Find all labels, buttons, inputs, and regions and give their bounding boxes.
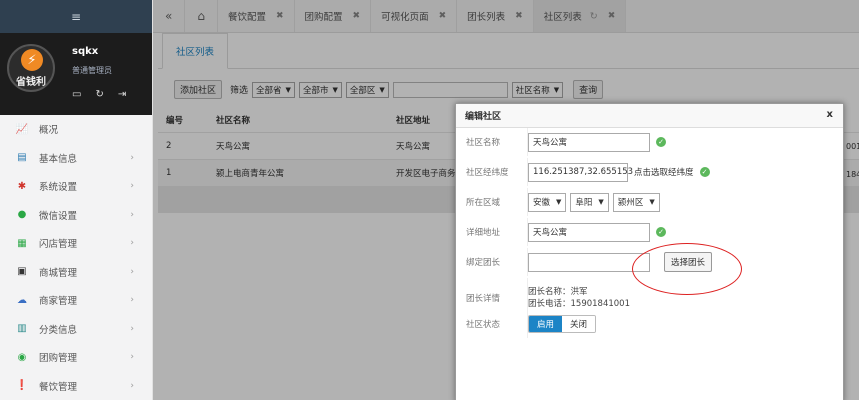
sidebar-item-catering[interactable]: ❗ 餐饮管理 › bbox=[0, 372, 152, 400]
chevron-right-icon: › bbox=[130, 266, 134, 277]
card-icon: ▥ bbox=[17, 323, 27, 335]
chevron-right-icon: › bbox=[130, 352, 134, 363]
refresh-icon[interactable]: ↻ bbox=[95, 89, 103, 100]
community-name-input[interactable]: 天鸟公寓 bbox=[528, 132, 650, 152]
form-row-coords: 社区经纬度 116.251387,32.655153 点击选取经纬度 ✓ bbox=[456, 158, 843, 186]
brand-logo: ⚡ 省钱利 bbox=[7, 44, 55, 92]
sidebar-item-label: 闪店管理 bbox=[39, 239, 78, 251]
sidebar-item-label: 系统设置 bbox=[39, 182, 78, 194]
caret-down-icon: ▼ bbox=[598, 198, 604, 206]
chevron-right-icon: › bbox=[130, 209, 134, 220]
form-row-address: 详细地址 天鸟公寓 ✓ bbox=[456, 218, 843, 246]
select-value: 安徽 bbox=[533, 198, 551, 208]
pin-icon: ❗ bbox=[15, 380, 29, 392]
status-on-button[interactable]: 启用 bbox=[529, 316, 563, 332]
bag-icon: ▣ bbox=[17, 266, 27, 278]
close-icon[interactable]: x bbox=[827, 109, 833, 120]
logo-text: 省钱利 bbox=[16, 77, 46, 88]
chevron-right-icon: › bbox=[130, 152, 134, 163]
sidebar-item-overview[interactable]: 📈 概况 bbox=[0, 115, 152, 144]
sidebar-item-label: 分类信息 bbox=[39, 324, 78, 336]
check-icon: ✓ bbox=[699, 167, 710, 177]
coords-input[interactable]: 116.251387,32.655153 bbox=[528, 162, 633, 182]
province-select[interactable]: 安徽 ▼ bbox=[528, 192, 567, 212]
highlight-annotation bbox=[632, 243, 742, 295]
field-label: 社区状态 bbox=[456, 310, 528, 338]
hamburger-icon[interactable]: ≡ bbox=[71, 10, 81, 24]
dialog-header: 编辑社区 x bbox=[456, 104, 843, 128]
chevron-right-icon: › bbox=[130, 323, 134, 334]
sidebar-item-mall[interactable]: ▣ 商城管理 › bbox=[0, 258, 152, 287]
sidebar: ≡ ⚡ 省钱利 sqkx 普通管理员 ▭ ↻ ⇥ 📈 概况 ▤ 基本信息 › ✱… bbox=[0, 0, 153, 400]
wechat-icon: ● bbox=[17, 209, 27, 221]
leader-info: 团长名称：洪军 团长电话：15901841001 bbox=[528, 286, 630, 310]
sidebar-item-label: 商家管理 bbox=[39, 296, 78, 308]
leader-name: 团长名称：洪军 bbox=[528, 287, 588, 297]
bolt-icon: ⚡ bbox=[21, 49, 43, 71]
leader-phone: 团长电话：15901841001 bbox=[528, 299, 630, 309]
address-input[interactable]: 天鸟公寓 bbox=[528, 222, 650, 242]
profile-panel: ⚡ 省钱利 sqkx 普通管理员 ▭ ↻ ⇥ bbox=[0, 33, 152, 115]
chevron-right-icon: › bbox=[130, 181, 134, 192]
dialog-title: 编辑社区 bbox=[465, 112, 502, 122]
list-icon: ▤ bbox=[17, 152, 27, 164]
profile-actions: ▭ ↻ ⇥ bbox=[72, 89, 126, 100]
sidebar-item-label: 餐饮管理 bbox=[39, 381, 78, 393]
chevron-right-icon: › bbox=[130, 380, 134, 391]
sidebar-item-system-settings[interactable]: ✱ 系统设置 › bbox=[0, 172, 152, 201]
field-body: 天鸟公寓 ✓ bbox=[528, 132, 666, 152]
status-toggle[interactable]: 启用 关闭 bbox=[528, 315, 597, 333]
shop-icon: ▦ bbox=[17, 237, 27, 249]
logout-icon[interactable]: ⇥ bbox=[118, 89, 126, 100]
form-row-region: 所在区域 安徽 ▼ 阜阳 ▼ 颍州区 ▼ bbox=[456, 188, 843, 216]
sidebar-item-label: 基本信息 bbox=[39, 153, 78, 165]
chevron-right-icon: › bbox=[130, 295, 134, 306]
user-role: 普通管理员 bbox=[72, 66, 112, 75]
check-icon: ✓ bbox=[656, 227, 666, 237]
chart-icon: 📈 bbox=[15, 123, 29, 135]
field-body: 116.251387,32.655153 点击选取经纬度 ✓ bbox=[528, 162, 710, 182]
sidebar-item-label: 团购管理 bbox=[39, 353, 78, 365]
globe-icon: ◉ bbox=[17, 351, 27, 363]
menu-toggle[interactable]: ≡ bbox=[0, 0, 152, 33]
field-body: 天鸟公寓 ✓ bbox=[528, 222, 666, 242]
gear-icon: ✱ bbox=[17, 180, 27, 192]
field-body: 安徽 ▼ 阜阳 ▼ 颍州区 ▼ bbox=[528, 192, 660, 212]
pick-coords-link[interactable]: 点击选取经纬度 bbox=[634, 166, 694, 178]
field-label: 详细地址 bbox=[456, 218, 528, 246]
check-icon: ✓ bbox=[656, 137, 666, 147]
user-name: sqkx bbox=[72, 46, 99, 57]
sidebar-item-label: 微信设置 bbox=[39, 210, 78, 222]
field-label: 所在区域 bbox=[456, 188, 528, 216]
sidebar-item-label: 商城管理 bbox=[39, 267, 78, 279]
form-row-name: 社区名称 天鸟公寓 ✓ bbox=[456, 128, 843, 156]
field-label: 绑定团长 bbox=[456, 248, 528, 276]
caret-down-icon: ▼ bbox=[649, 198, 655, 206]
sidebar-item-wechat-settings[interactable]: ● 微信设置 › bbox=[0, 201, 152, 230]
chevron-right-icon: › bbox=[130, 238, 134, 249]
form-row-status: 社区状态 启用 关闭 bbox=[456, 310, 843, 338]
status-off-button[interactable]: 关闭 bbox=[562, 316, 596, 332]
city-select[interactable]: 阜阳 ▼ bbox=[570, 192, 609, 212]
sidebar-item-label: 概况 bbox=[39, 125, 59, 137]
field-label: 社区经纬度 bbox=[456, 158, 528, 186]
sidebar-item-flash-shop[interactable]: ▦ 闪店管理 › bbox=[0, 229, 152, 258]
cloud-icon: ☁ bbox=[17, 294, 27, 306]
select-value: 颍州区 bbox=[617, 198, 644, 208]
field-label: 社区名称 bbox=[456, 128, 528, 156]
sidebar-item-categories[interactable]: ▥ 分类信息 › bbox=[0, 315, 152, 344]
select-value: 阜阳 bbox=[575, 198, 593, 208]
caret-down-icon: ▼ bbox=[556, 198, 562, 206]
sidebar-item-groupbuy[interactable]: ◉ 团购管理 › bbox=[0, 343, 152, 372]
sidebar-item-merchants[interactable]: ☁ 商家管理 › bbox=[0, 286, 152, 315]
sidebar-item-basic-info[interactable]: ▤ 基本信息 › bbox=[0, 144, 152, 173]
district-select[interactable]: 颍州区 ▼ bbox=[612, 192, 660, 212]
monitor-icon[interactable]: ▭ bbox=[72, 89, 81, 100]
